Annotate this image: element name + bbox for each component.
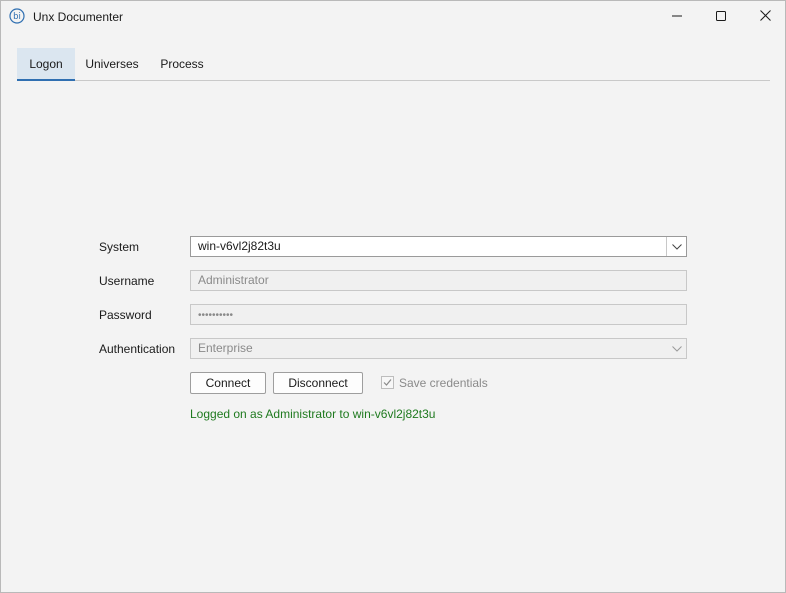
tab-bar: Logon Universes Process <box>17 48 770 81</box>
system-combobox[interactable]: win-v6vl2j82t3u <box>190 236 687 257</box>
system-label: System <box>99 240 140 254</box>
close-button[interactable] <box>743 1 785 33</box>
connect-button[interactable]: Connect <box>190 372 266 394</box>
bi-logo-icon: bi <box>9 8 25 24</box>
password-value: •••••••••• <box>198 310 234 321</box>
authentication-dropdown-button[interactable] <box>667 339 686 358</box>
app-window: bi Unx Documenter Logon Universes Proces… <box>0 0 786 593</box>
minimize-icon <box>672 10 682 24</box>
window-title: Unx Documenter <box>33 10 124 24</box>
tab-universes[interactable]: Universes <box>79 48 145 80</box>
logon-status-text: Logged on as Administrator to win-v6vl2j… <box>190 407 436 421</box>
save-credentials-checkbox[interactable] <box>381 376 394 389</box>
svg-text:bi: bi <box>13 12 21 22</box>
username-field[interactable]: Administrator <box>190 270 687 291</box>
authentication-value: Enterprise <box>198 341 253 355</box>
chevron-down-icon <box>671 339 682 358</box>
close-icon <box>759 10 771 24</box>
password-field[interactable]: •••••••••• <box>190 304 687 325</box>
checkmark-icon <box>382 377 393 388</box>
authentication-label: Authentication <box>99 342 176 356</box>
tab-logon[interactable]: Logon <box>17 48 75 81</box>
save-credentials-label: Save credentials <box>399 376 488 390</box>
tab-process[interactable]: Process <box>151 48 213 80</box>
password-label: Password <box>99 308 152 322</box>
username-label: Username <box>99 274 155 288</box>
chevron-down-icon <box>671 237 682 256</box>
system-dropdown-button[interactable] <box>666 237 686 256</box>
maximize-button[interactable] <box>699 1 743 33</box>
disconnect-button[interactable]: Disconnect <box>273 372 363 394</box>
username-value: Administrator <box>198 273 269 287</box>
maximize-icon <box>716 10 726 24</box>
system-value: win-v6vl2j82t3u <box>198 239 281 253</box>
authentication-combobox[interactable]: Enterprise <box>190 338 687 359</box>
minimize-button[interactable] <box>655 1 699 33</box>
title-bar[interactable]: bi Unx Documenter <box>1 1 785 33</box>
